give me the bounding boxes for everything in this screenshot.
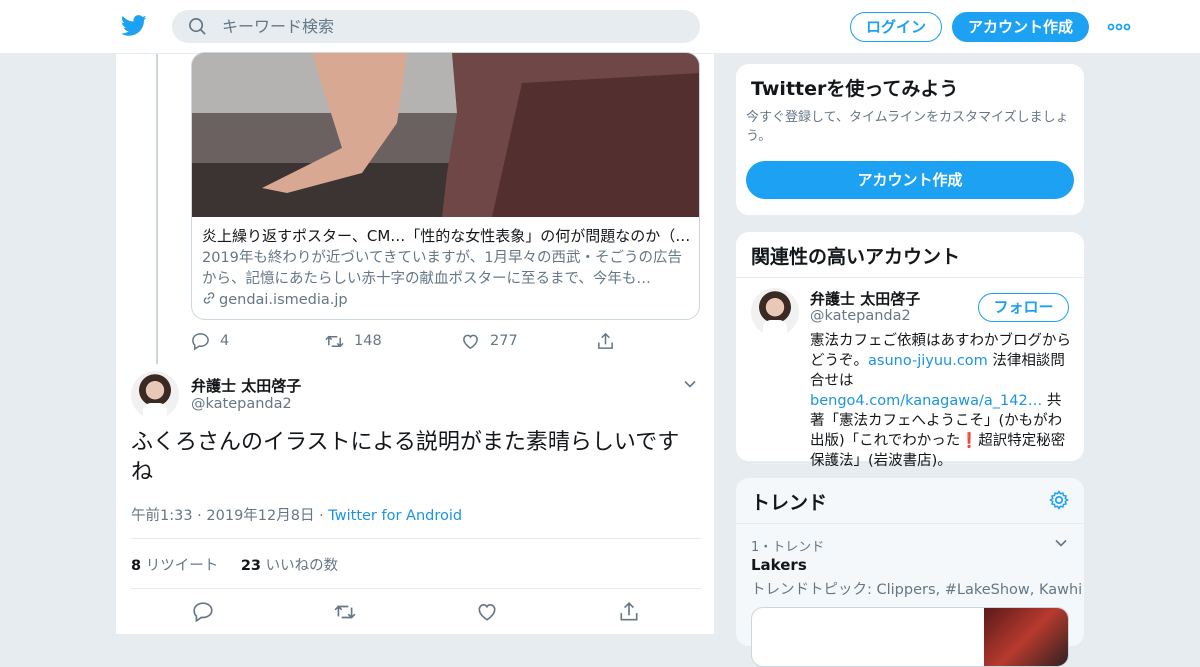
card-description: 2019年も終わりが近づいてきていますが、1月早々の西武・そごうの広告から、記憶… [202, 250, 682, 287]
chevron-down-icon[interactable] [1054, 536, 1068, 550]
tweet-text: ふくろさんのイラストによる説明がまた素晴らしいですね [131, 430, 680, 485]
bio-link-2[interactable]: bengo4.com/kanagawa/a_142… [810, 393, 1042, 409]
author-handle[interactable]: @katepanda2 [191, 396, 292, 412]
tweet-meta: 午前1:33 · 2019年12月8日 · Twitter for Androi… [131, 504, 462, 525]
trend-thumbnail [984, 608, 1068, 666]
reply-icon [192, 333, 209, 351]
follow-button[interactable]: フォロー [978, 293, 1069, 322]
related-accounts-panel: 関連性の高いアカウント 弁護士 太田啓子 @katepanda2 フォロー 憲法… [735, 231, 1085, 469]
divider [131, 538, 701, 539]
like-icon[interactable] [476, 601, 498, 623]
trend-rank: 1・トレンド [751, 540, 825, 555]
login-button[interactable]: ログイン [850, 12, 942, 42]
avatar[interactable] [131, 371, 179, 419]
share-icon [598, 332, 613, 349]
tweet-source-link[interactable]: Twitter for Android [328, 508, 462, 524]
retweet-stat[interactable]: 8 リツイート [131, 558, 218, 574]
signup-title: Twitterを使ってみよう [751, 78, 959, 100]
like-count: 277 [490, 333, 518, 349]
reply-icon[interactable] [192, 601, 214, 623]
trends-title: トレンド [751, 492, 828, 514]
signup-button[interactable]: アカウント作成 [952, 12, 1089, 42]
share-icon[interactable] [618, 601, 640, 623]
tweet-stats: 8 リツイート 23 いいねの数 [131, 554, 338, 575]
related-handle[interactable]: @katepanda2 [810, 308, 911, 324]
signup-panel: Twitterを使ってみよう 今すぐ登録して、タイムラインをカスタマイズしましょ… [735, 63, 1085, 216]
trends-panel: トレンド 1・トレンド Lakers トレンドトピック: Clippers, #… [735, 477, 1085, 667]
card-title: 炎上繰り返すポスター、CM…「性的な女性表象」の何が問題なのか（… [202, 227, 691, 245]
like-stat[interactable]: 23 いいねの数 [241, 558, 338, 574]
bio-link-1[interactable]: asuno-jiyuu.com [868, 353, 988, 369]
like-stat-count: 23 [240, 558, 261, 574]
like-icon [463, 334, 478, 350]
divider [131, 588, 701, 589]
trend-subtitle: トレンドトピック: Clippers, #LakeShow, Kawhi [751, 582, 1083, 598]
card-domain[interactable]: gendai.ismedia.jp [202, 291, 348, 308]
trend-name[interactable]: Lakers [751, 556, 807, 574]
gear-icon[interactable] [1048, 489, 1070, 511]
card-domain-text: gendai.ismedia.jp [219, 292, 348, 308]
related-bio: 憲法カフェご依頼はあすわかブログからどうぞ。asuno-jiyuu.com 法律… [810, 331, 1072, 471]
tweet-actions [191, 601, 651, 625]
author-name[interactable]: 弁護士 太田啓子 [191, 375, 301, 396]
chevron-down-icon[interactable] [683, 377, 697, 391]
link-icon [203, 292, 215, 304]
signup-text: 今すぐ登録して、タイムラインをカスタマイズしましょう。 [746, 110, 1069, 144]
retweet-count: 148 [354, 333, 382, 349]
search-input[interactable] [222, 10, 682, 43]
previous-tweet-actions: 4 148 277 [191, 330, 631, 354]
divider [736, 277, 1084, 278]
search-icon [189, 18, 206, 35]
trend-card[interactable] [751, 607, 1069, 667]
tweet-header: 弁護士 太田啓子 @katepanda2 [131, 371, 701, 421]
divider [736, 523, 1084, 524]
like-stat-label: いいねの数 [265, 558, 339, 574]
card-photo [192, 53, 699, 217]
twitter-bird-icon[interactable] [121, 14, 147, 38]
link-card[interactable]: 炎上繰り返すポスター、CM…「性的な女性表象」の何が問題なのか（… 2019年も… [191, 52, 700, 320]
thread-line [156, 54, 158, 364]
related-name[interactable]: 弁護士 太田啓子 [810, 288, 920, 309]
card-image [192, 53, 699, 217]
search-box[interactable] [172, 10, 700, 43]
retweet-stat-count: 8 [131, 558, 142, 574]
signup-panel-button[interactable]: アカウント作成 [746, 161, 1074, 199]
tweet-time[interactable]: 午前1:33 · 2019年12月8日 · [131, 508, 324, 524]
related-avatar[interactable] [751, 288, 799, 336]
retweet-icon[interactable] [334, 601, 356, 623]
tweet-column: 炎上繰り返すポスター、CM…「性的な女性表象」の何が問題なのか（… 2019年も… [115, 52, 715, 634]
related-title: 関連性の高いアカウント [751, 246, 961, 268]
retweet-stat-label: リツイート [145, 558, 219, 574]
reply-count: 4 [220, 333, 230, 349]
more-icon[interactable] [1107, 22, 1131, 32]
retweet-icon [325, 335, 344, 348]
top-nav: ログイン アカウント作成 [0, 0, 1200, 54]
